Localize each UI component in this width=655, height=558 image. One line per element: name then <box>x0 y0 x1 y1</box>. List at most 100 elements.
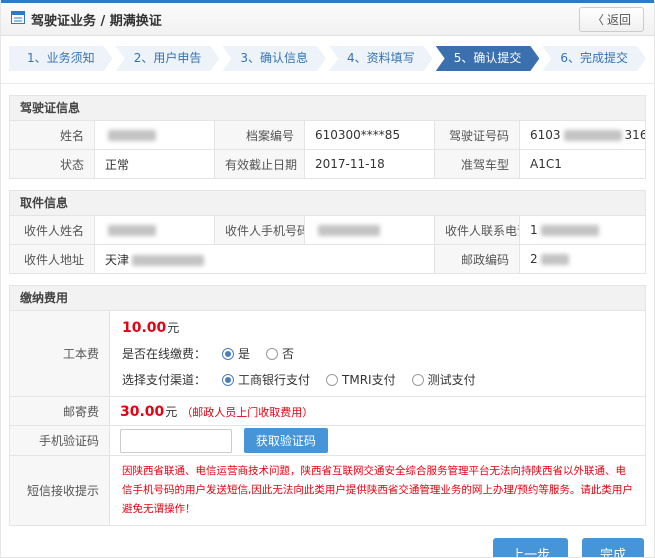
step-tab-3: 3、确认信息 <box>222 46 326 71</box>
license-no-suffix: 3163X <box>625 128 646 142</box>
mail-fee-note: （邮政人员上门收取费用） <box>181 406 313 419</box>
step-nav: 1、业务须知 2、用户申告 3、确认信息 4、资料填写 5、确认提交 6、完成提… <box>9 46 646 71</box>
recipient-name-label: 收件人姓名 <box>10 216 95 245</box>
table-row: 短信接收提示 因陕西省联通、电信运营商技术问题，陕西省互联网交通安全综合服务管理… <box>10 456 646 526</box>
radio-option-label: 工商银行支付 <box>238 371 310 388</box>
pickup-section: 取件信息 收件人姓名 收件人手机号码 收件人联系电话 1 收件人地址 天津 邮政… <box>9 190 646 274</box>
table-row: 姓名 档案编号 610300****85 驾驶证号码 6103 3163X <box>10 121 646 150</box>
sms-notice-cell: 因陕西省联通、电信运营商技术问题，陕西省互联网交通安全综合服务管理平台无法向持陕… <box>110 456 646 526</box>
masked-address <box>132 255 204 266</box>
radio-checked-icon <box>222 348 234 360</box>
radio-checked-icon <box>222 374 234 386</box>
name-value <box>95 121 215 150</box>
masked-name <box>108 130 156 141</box>
expiry-value: 2017-11-18 <box>305 150 435 179</box>
back-chevron-icon: 〈 <box>592 11 604 28</box>
recipient-name-value <box>95 216 215 245</box>
status-value: 正常 <box>95 150 215 179</box>
file-no-label: 档案编号 <box>215 121 305 150</box>
get-captcha-button[interactable]: 获取验证码 <box>244 428 328 453</box>
vehicle-type-label: 准驾车型 <box>435 150 520 179</box>
back-button[interactable]: 〈 返回 <box>579 7 644 32</box>
payment-table: 工本费 10.00元 是否在线缴费： 是 否 <box>9 310 646 526</box>
fee-unit: 元 <box>167 321 179 335</box>
license-section-title: 驾驶证信息 <box>9 95 646 120</box>
radio-unchecked-icon <box>326 374 338 386</box>
postcode-prefix: 2 <box>530 252 538 266</box>
masked-license-no <box>564 130 622 141</box>
table-row: 收件人姓名 收件人手机号码 收件人联系电话 1 <box>10 216 646 245</box>
page-title: 驾驶证业务 / 期满换证 <box>31 10 162 29</box>
pickup-section-title: 取件信息 <box>9 190 646 215</box>
masked-postcode <box>541 254 569 265</box>
header: 驾驶证业务 / 期满换证 〈 返回 <box>1 3 654 36</box>
payment-channel-label: 选择支付渠道： <box>122 371 206 388</box>
table-row: 收件人地址 天津 邮政编码 2 <box>10 245 646 274</box>
table-row: 手机验证码 获取验证码 <box>10 426 646 456</box>
file-no-value: 610300****85 <box>305 121 435 150</box>
step-tab-5-active: 5、确认提交 <box>436 46 540 71</box>
prev-step-button[interactable]: 上一步 <box>493 538 568 558</box>
address-value: 天津 <box>95 245 435 274</box>
payment-section: 缴纳费用 工本费 10.00元 是否在线缴费： 是 <box>9 285 646 526</box>
recipient-phone-label: 收件人联系电话 <box>435 216 520 245</box>
radio-online-no[interactable]: 否 <box>266 345 294 362</box>
address-label: 收件人地址 <box>10 245 95 274</box>
mail-fee-cell: 30.00元 （邮政人员上门收取费用） <box>110 397 646 426</box>
masked-recipient-name <box>108 225 156 236</box>
radio-online-yes[interactable]: 是 <box>222 345 250 362</box>
fee-price-line: 10.00元 <box>122 319 633 336</box>
license-table: 姓名 档案编号 610300****85 驾驶证号码 61033163X 状态 … <box>9 120 646 179</box>
address-prefix: 天津 <box>105 253 129 267</box>
fee-cell: 10.00元 是否在线缴费： 是 否 选择支 <box>110 311 646 397</box>
vehicle-type-value: A1C1 <box>520 150 646 179</box>
captcha-input[interactable] <box>120 429 232 453</box>
name-label: 姓名 <box>10 121 95 150</box>
radio-option-label: TMRI支付 <box>342 371 396 388</box>
captcha-cell: 获取验证码 <box>110 426 646 456</box>
form-icon <box>11 11 25 27</box>
step-tab-1: 1、业务须知 <box>9 46 113 71</box>
step-nav-wrap: 1、业务须知 2、用户申告 3、确认信息 4、资料填写 5、确认提交 6、完成提… <box>1 36 654 84</box>
radio-channel-tmri[interactable]: TMRI支付 <box>326 371 396 388</box>
payment-channel-row: 选择支付渠道： 工商银行支付 TMRI支付 测试支付 <box>122 371 633 388</box>
payment-section-title: 缴纳费用 <box>9 285 646 310</box>
fee-amount: 10.00 <box>122 320 166 336</box>
license-no-label: 驾驶证号码 <box>435 121 520 150</box>
masked-recipient-phone <box>541 225 599 236</box>
step-tab-2: 2、用户申告 <box>116 46 220 71</box>
recipient-mobile-label: 收件人手机号码 <box>215 216 305 245</box>
fee-label: 工本费 <box>10 311 110 397</box>
postcode-label: 邮政编码 <box>435 245 520 274</box>
sms-notice-text: 因陕西省联通、电信运营商技术问题，陕西省互联网交通安全综合服务管理平台无法向持陕… <box>122 462 633 519</box>
license-no-value: 6103 3163X <box>520 121 646 150</box>
radio-option-label: 测试支付 <box>428 371 476 388</box>
recipient-mobile-value <box>305 216 435 245</box>
mail-fee-amount: 30.00 <box>120 404 164 420</box>
radio-option-label: 否 <box>282 345 294 362</box>
table-row: 工本费 10.00元 是否在线缴费： 是 否 <box>10 311 646 397</box>
step-tab-4: 4、资料填写 <box>329 46 433 71</box>
captcha-label: 手机验证码 <box>10 426 110 456</box>
back-button-label: 返回 <box>607 11 631 28</box>
license-section: 驾驶证信息 姓名 档案编号 610300****85 驾驶证号码 6103 316… <box>9 95 646 179</box>
online-pay-label: 是否在线缴费： <box>122 345 206 362</box>
postcode-value: 2 <box>520 245 646 274</box>
expiry-label: 有效截止日期 <box>215 150 305 179</box>
license-no-prefix: 6103 <box>530 128 561 142</box>
status-label: 状态 <box>10 150 95 179</box>
sms-notice-label: 短信接收提示 <box>10 456 110 526</box>
mail-fee-unit: 元 <box>165 405 177 419</box>
recipient-phone-prefix: 1 <box>530 223 538 237</box>
radio-channel-test[interactable]: 测试支付 <box>412 371 476 388</box>
online-pay-row: 是否在线缴费： 是 否 <box>122 345 633 362</box>
footer-actions: 上一步 完成 <box>1 526 654 558</box>
radio-unchecked-icon <box>412 374 424 386</box>
radio-channel-icbc[interactable]: 工商银行支付 <box>222 371 310 388</box>
masked-recipient-mobile <box>318 225 380 236</box>
page: 驾驶证业务 / 期满换证 〈 返回 1、业务须知 2、用户申告 3、确认信息 4… <box>0 0 655 558</box>
radio-unchecked-icon <box>266 348 278 360</box>
finish-button[interactable]: 完成 <box>582 538 644 558</box>
pickup-table: 收件人姓名 收件人手机号码 收件人联系电话 1 收件人地址 天津 邮政编码 2 <box>9 215 646 274</box>
recipient-phone-value: 1 <box>520 216 646 245</box>
